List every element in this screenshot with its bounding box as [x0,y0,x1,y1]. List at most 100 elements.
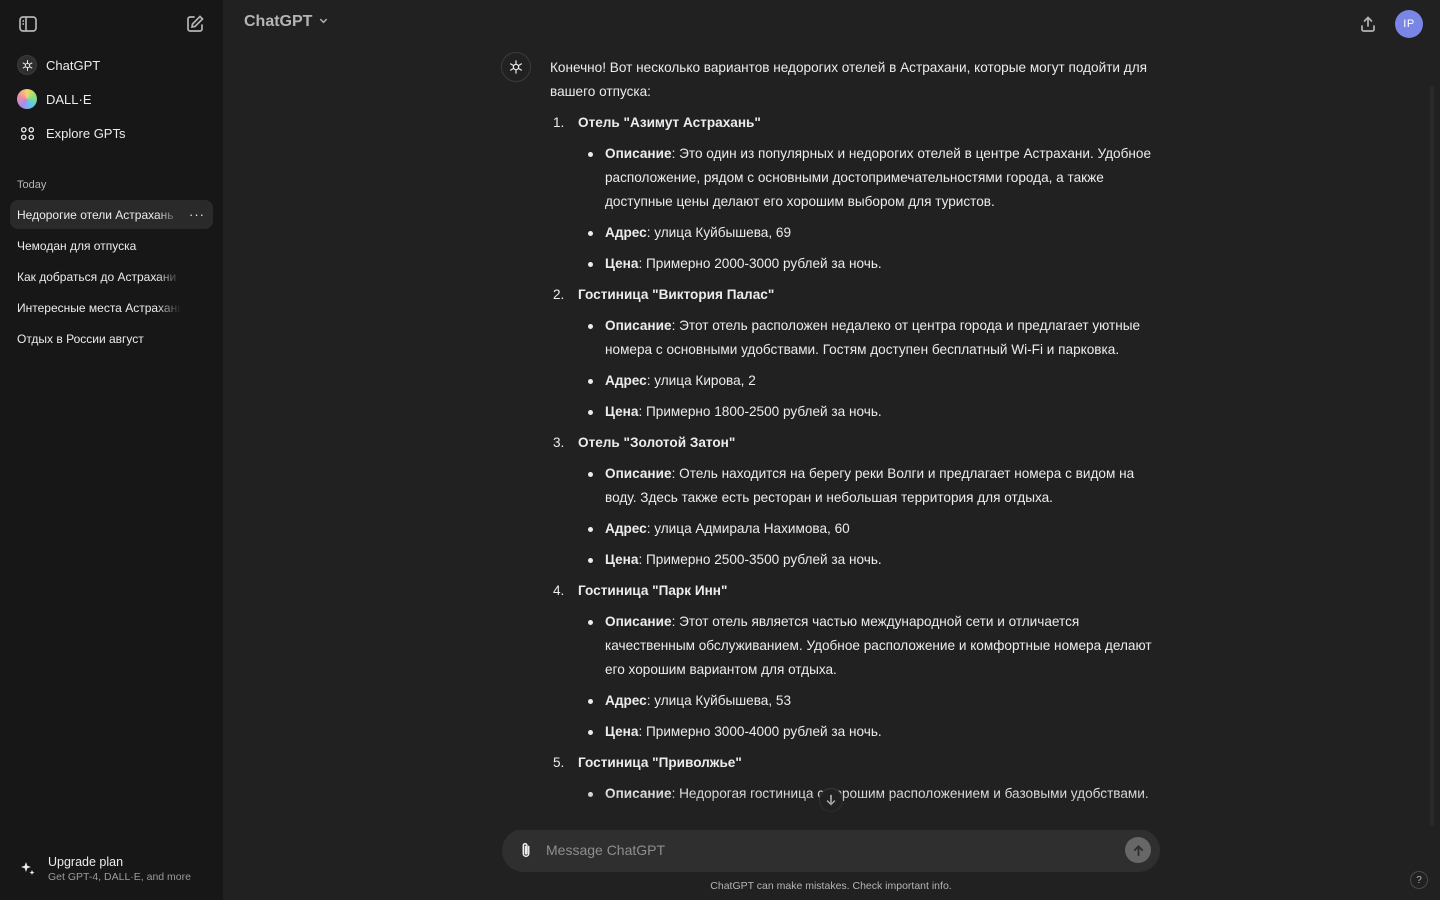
detail-value: : улица Куйбышева, 53 [646,693,792,708]
history-item-label: Как добраться до Астрахани [17,269,177,284]
detail-value: : Примерно 2500-3500 рублей за ночь. [638,552,882,567]
list-number: 1. [553,115,565,130]
history-item-label: Интересные места Астрахани [17,300,181,315]
detail-label: Цена [605,552,639,567]
hotel-name: Отель "Золотой Затон" [578,435,736,450]
detail-price: Цена: Примерно 2000-3000 рублей за ночь. [588,252,1165,276]
user-avatar[interactable]: IP [1395,10,1423,38]
list-number: 5. [553,755,565,770]
hotel-name: Отель "Азимут Астрахань" [578,115,761,130]
list-number: 2. [553,287,565,302]
chevron-down-icon [318,13,329,31]
detail-address: Адрес: улица Кирова, 2 [588,369,1165,393]
help-button[interactable]: ? [1410,871,1428,889]
hotel-list-item: 5. Гостиница "Приволжье" [550,751,1165,775]
hotel-list-item: 1. Отель "Азимут Астрахань" [550,111,1165,135]
hotel-details: Описание: Это один из популярных и недор… [550,142,1165,276]
detail-description: Описание: Недорогая гостиница с хорошим … [588,782,1165,806]
detail-price: Цена: Примерно 2500-3500 рублей за ночь. [588,548,1165,572]
hotel-details: Описание: Этот отель расположен недалеко… [550,314,1165,424]
detail-label: Описание [605,614,672,629]
history-item[interactable]: Чемодан для отпуска [10,231,213,260]
detail-label: Адрес [605,373,647,388]
sidebar-item-chatgpt[interactable]: ChatGPT [10,50,213,80]
detail-label: Описание [605,318,672,333]
send-button[interactable] [1125,837,1151,863]
sparkle-icon [18,859,38,879]
openai-logo-icon [17,55,37,75]
detail-value: : Примерно 1800-2500 рублей за ночь. [638,404,882,419]
detail-address: Адрес: улица Адмирала Нахимова, 60 [588,517,1165,541]
model-name: ChatGPT [244,13,313,30]
detail-address: Адрес: улица Куйбышева, 69 [588,221,1165,245]
detail-value: : Примерно 3000-4000 рублей за ночь. [638,724,882,739]
detail-label: Адрес [605,693,647,708]
detail-label: Цена [605,724,639,739]
detail-description: Описание: Это один из популярных и недор… [588,142,1165,214]
sidebar-item-label: DALL·E [46,91,92,107]
detail-value: : Этот отель расположен недалеко от цент… [605,318,1141,357]
detail-value: : Отель находится на берегу реки Волги и… [605,466,1135,505]
history-item[interactable]: Как добраться до Астрахани [10,262,213,291]
detail-price: Цена: Примерно 1800-2500 рублей за ночь. [588,400,1165,424]
history-section-title: Today [17,179,47,191]
main-area: ChatGPT IP Конечно! Вот несколько вариан… [223,0,1440,900]
message-composer [502,829,1160,872]
detail-label: Описание [605,146,672,161]
detail-label: Описание [605,786,672,801]
detail-value: : Примерно 2000-3000 рублей за ночь. [638,256,882,271]
share-icon[interactable] [1354,10,1382,38]
hotel-list-item: 2. Гостиница "Виктория Палас" [550,283,1165,307]
hotel-list-item: 3. Отель "Золотой Затон" [550,431,1165,455]
detail-label: Цена [605,404,639,419]
detail-description: Описание: Этот отель расположен недалеко… [588,314,1165,362]
upgrade-plan-button[interactable]: Upgrade plan Get GPT-4, DALL·E, and more [10,848,213,890]
hotel-name: Гостиница "Приволжье" [578,755,742,770]
history-item-label: Недорогие отели Астрахань [17,207,174,222]
sidebar-item-label: Explore GPTs [46,125,126,141]
sidebar-item-dalle[interactable]: DALL·E [10,84,213,114]
assistant-avatar-icon [501,52,531,82]
sidebar: ChatGPT DALL·E Explore GPTs Today Недоро… [0,0,223,900]
detail-value: : улица Адмирала Нахимова, 60 [646,521,850,536]
hotel-list-item: 4. Гостиница "Парк Инн" [550,579,1165,603]
scroll-down-icon[interactable] [819,788,843,812]
detail-value: : улица Кирова, 2 [646,373,756,388]
model-selector[interactable]: ChatGPT [244,13,329,31]
detail-value: : Это один из популярных и недорогих оте… [605,146,1152,209]
detail-value: : Этот отель является частью международн… [605,614,1152,677]
detail-label: Цена [605,256,639,271]
sidebar-toggle-icon[interactable] [14,10,42,38]
detail-description: Описание: Этот отель является частью меж… [588,610,1165,682]
more-options-icon[interactable]: ··· [189,207,205,222]
detail-description: Описание: Отель находится на берегу реки… [588,462,1165,510]
detail-address: Адрес: улица Куйбышева, 53 [588,689,1165,713]
dalle-icon [17,89,37,109]
detail-label: Адрес [605,521,647,536]
new-chat-icon[interactable] [181,10,209,38]
scrollbar[interactable] [1430,86,1434,826]
history-item[interactable]: Отдых в России август [10,324,213,353]
detail-label: Адрес [605,225,647,240]
assistant-message: Конечно! Вот несколько вариантов недорог… [550,56,1165,828]
detail-value: : улица Куйбышева, 69 [646,225,792,240]
sidebar-item-label: ChatGPT [46,57,101,73]
history-item[interactable]: Недорогие отели Астрахань ··· [10,200,213,229]
list-number: 4. [553,583,565,598]
paperclip-icon[interactable] [515,839,537,861]
detail-price: Цена: Примерно 3000-4000 рублей за ночь. [588,720,1165,744]
sidebar-item-explore-gpts[interactable]: Explore GPTs [10,118,213,148]
hotel-name: Гостиница "Парк Инн" [578,583,728,598]
message-input[interactable] [546,837,1106,863]
detail-value: : Недорогая гостиница с хорошим располож… [671,786,1149,801]
history-item[interactable]: Интересные места Астрахани [10,293,213,322]
message-intro: Конечно! Вот несколько вариантов недорог… [550,60,1148,99]
hotel-details: Описание: Отель находится на берегу реки… [550,462,1165,572]
hotel-name: Гостиница "Виктория Палас" [578,287,775,302]
grid-icon [17,123,37,143]
history-item-label: Чемодан для отпуска [17,238,137,253]
list-number: 3. [553,435,565,450]
disclaimer-text: ChatGPT can make mistakes. Check importa… [710,880,952,892]
hotel-details: Описание: Недорогая гостиница с хорошим … [550,782,1165,806]
hotel-details: Описание: Этот отель является частью меж… [550,610,1165,744]
